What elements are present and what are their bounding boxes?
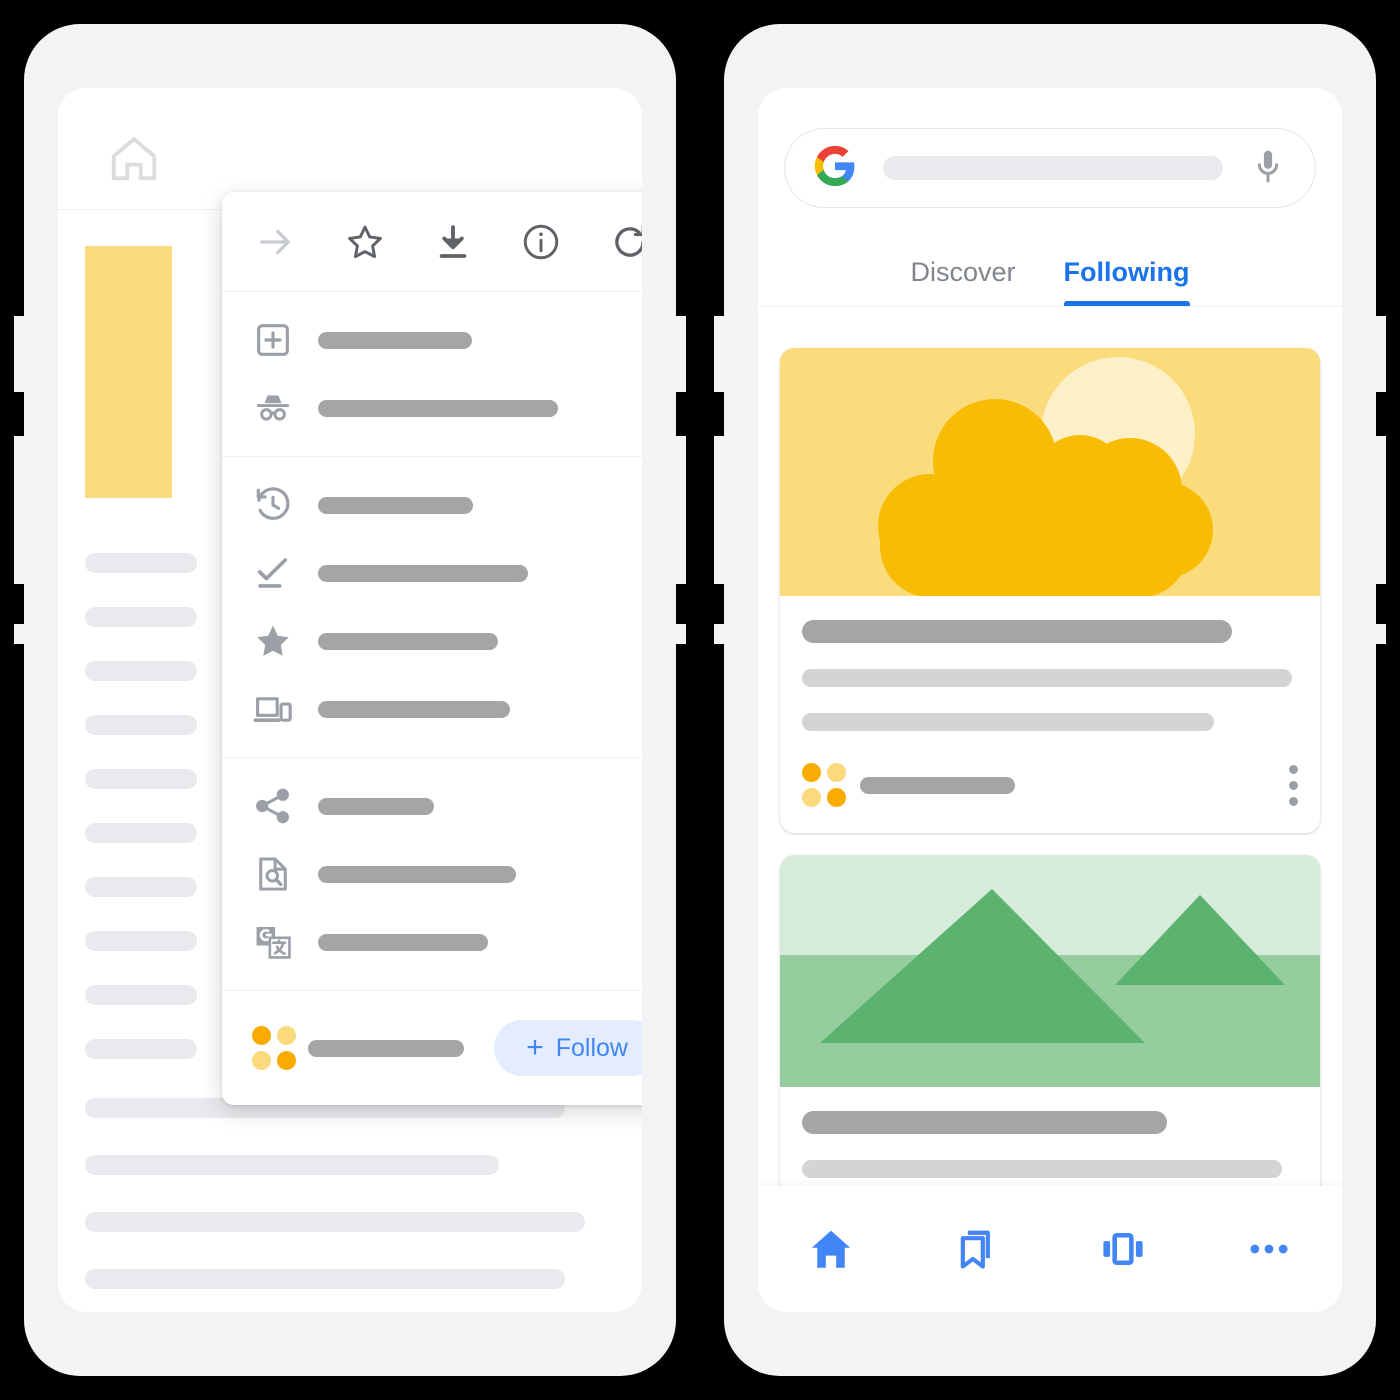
tab-discover[interactable]: Discover: [910, 257, 1015, 306]
downloads-done-icon: [252, 552, 306, 594]
history-icon: [252, 484, 306, 526]
carousel-icon[interactable]: [1083, 1209, 1163, 1289]
translate-icon: [252, 921, 306, 963]
phone-side-button-right-1[interactable]: [1374, 316, 1386, 392]
screenshot-stage: + Follow Discover Following: [0, 0, 1400, 1400]
reload-icon[interactable]: [603, 215, 642, 269]
menu-item-label: [318, 632, 498, 650]
feed-tabs: Discover Following: [758, 208, 1342, 307]
menu-item-history[interactable]: [222, 471, 642, 539]
menu-item-bookmarks[interactable]: [222, 607, 642, 675]
menu-section-follow: + Follow: [222, 991, 642, 1105]
google-news-dots-icon: [252, 1026, 296, 1070]
phone-side-button-left-2[interactable]: [714, 436, 726, 584]
share-icon: [252, 785, 306, 827]
forward-arrow-icon[interactable]: [249, 215, 303, 269]
find-in-page-icon: [252, 853, 306, 895]
home-icon[interactable]: [107, 131, 161, 190]
article-hero-block: [85, 246, 172, 498]
article-bottom-lines: [85, 1098, 605, 1312]
google-g-icon: [813, 144, 857, 193]
card-source-label: [860, 776, 1015, 794]
kebab-menu-icon[interactable]: [1289, 764, 1298, 806]
menu-item-share[interactable]: [222, 772, 642, 840]
more-dots-icon[interactable]: [1229, 1209, 1309, 1289]
menu-item-label: [318, 700, 510, 718]
phone-side-button-right-3[interactable]: [1374, 624, 1386, 644]
menu-item-label: [318, 797, 434, 815]
card-text-skeleton: [780, 596, 1320, 731]
phone-side-button-right-2[interactable]: [674, 436, 686, 584]
menu-item-downloads[interactable]: [222, 539, 642, 607]
google-news-dots-icon: [802, 763, 846, 807]
browser-overflow-menu: + Follow: [222, 192, 642, 1105]
phone-side-button-left-3[interactable]: [14, 624, 26, 644]
plus-icon: +: [526, 1031, 544, 1064]
menu-item-label: [318, 496, 473, 514]
phone-side-button-right-1[interactable]: [674, 316, 686, 392]
mountains-illustration: [780, 855, 1320, 1087]
star-filled-icon: [252, 620, 306, 662]
menu-item-translate[interactable]: [222, 908, 642, 976]
sun-behind-cloud-illustration: [780, 348, 1320, 596]
follow-button[interactable]: + Follow: [494, 1020, 642, 1076]
menu-item-label: [318, 933, 488, 951]
menu-top-actions: [222, 192, 642, 292]
phone-side-button-right-2[interactable]: [1374, 436, 1386, 584]
right-phone-screen: Discover Following: [758, 88, 1342, 1312]
menu-item-label: [318, 865, 516, 883]
follow-button-label: Follow: [555, 1033, 628, 1062]
microphone-icon[interactable]: [1249, 147, 1287, 190]
menu-section-tabs: [222, 292, 642, 457]
phone-side-button-right-3[interactable]: [674, 624, 686, 644]
info-icon[interactable]: [514, 215, 568, 269]
menu-item-label: [318, 564, 528, 582]
menu-item-find-in-page[interactable]: [222, 840, 642, 908]
search-bar[interactable]: [784, 128, 1316, 208]
follow-source-label: [308, 1039, 464, 1057]
search-input[interactable]: [883, 156, 1223, 180]
discover-header: Discover Following: [758, 88, 1342, 307]
phone-side-button-left-2[interactable]: [14, 436, 26, 584]
download-icon[interactable]: [426, 215, 480, 269]
feed-list[interactable]: [758, 326, 1342, 1312]
star-outline-icon[interactable]: [338, 215, 392, 269]
bookmarks-icon[interactable]: [937, 1209, 1017, 1289]
new-tab-icon: [252, 319, 306, 361]
menu-item-label: [318, 331, 472, 349]
incognito-icon: [252, 387, 306, 429]
left-phone-screen: + Follow: [58, 88, 642, 1312]
tab-following[interactable]: Following: [1063, 257, 1190, 306]
home-filled-icon[interactable]: [791, 1209, 871, 1289]
card-footer: [780, 757, 1320, 833]
right-phone-frame: Discover Following: [714, 24, 1386, 1376]
menu-item-incognito[interactable]: [222, 374, 642, 442]
menu-item-new-tab[interactable]: [222, 306, 642, 374]
phone-side-button-left-1[interactable]: [14, 316, 26, 392]
devices-icon: [252, 688, 306, 730]
menu-section-page-tools: [222, 758, 642, 991]
bottom-navigation: [758, 1186, 1342, 1312]
feed-card[interactable]: [780, 348, 1320, 833]
menu-section-library: [222, 457, 642, 758]
left-phone-frame: + Follow: [14, 24, 686, 1376]
menu-item-devices[interactable]: [222, 675, 642, 743]
phone-side-button-left-1[interactable]: [714, 316, 726, 392]
phone-side-button-left-3[interactable]: [714, 624, 726, 644]
menu-item-follow-source[interactable]: + Follow: [222, 1005, 642, 1091]
menu-item-label: [318, 399, 558, 417]
